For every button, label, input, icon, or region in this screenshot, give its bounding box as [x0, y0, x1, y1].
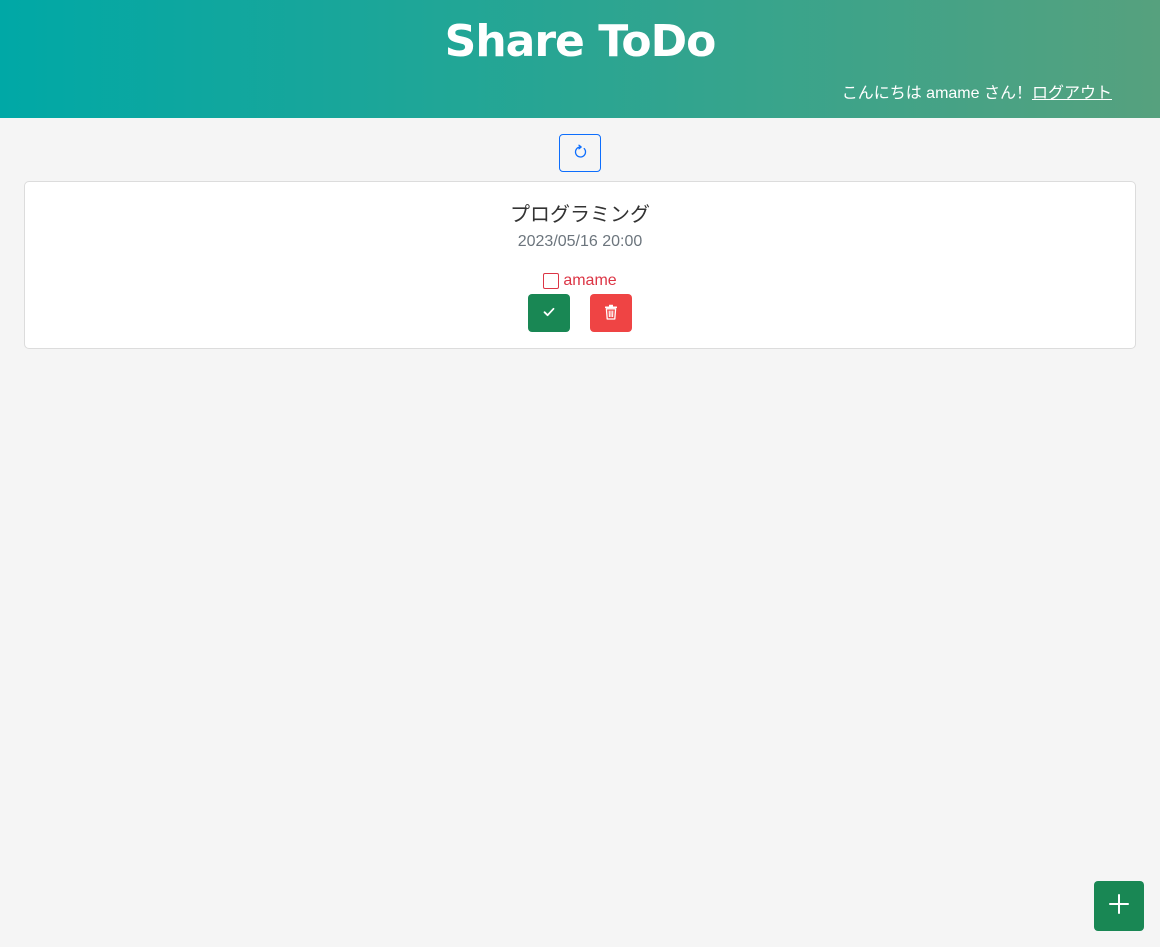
- task-datetime: 2023/05/16 20:00: [517, 233, 643, 250]
- logout-link[interactable]: ログアウト: [1032, 85, 1112, 102]
- task-title: プログラミング: [510, 204, 650, 226]
- app-header: Share ToDo こんにちは amame さん！ログアウト: [0, 0, 1160, 118]
- delete-button[interactable]: [590, 294, 632, 332]
- refresh-button[interactable]: [559, 134, 601, 172]
- app-title: Share ToDo: [444, 16, 717, 67]
- add-task-button[interactable]: [1094, 881, 1144, 931]
- plus-icon: [1108, 893, 1130, 920]
- assignee-name: amame: [563, 272, 617, 289]
- checkbox-icon[interactable]: [543, 273, 560, 289]
- refresh-icon: [572, 144, 588, 163]
- task-card: プログラミング 2023/05/16 20:00 amame: [24, 181, 1136, 349]
- user-greeting: こんにちは amame さん！ログアウト: [842, 79, 1112, 103]
- task-actions: [25, 294, 1135, 332]
- trash-icon: [604, 304, 618, 323]
- check-icon: [542, 305, 556, 322]
- greeting-text: こんにちは amame さん！: [841, 85, 1032, 102]
- complete-button[interactable]: [528, 294, 570, 332]
- assignee-checkbox[interactable]: amame: [25, 272, 1135, 290]
